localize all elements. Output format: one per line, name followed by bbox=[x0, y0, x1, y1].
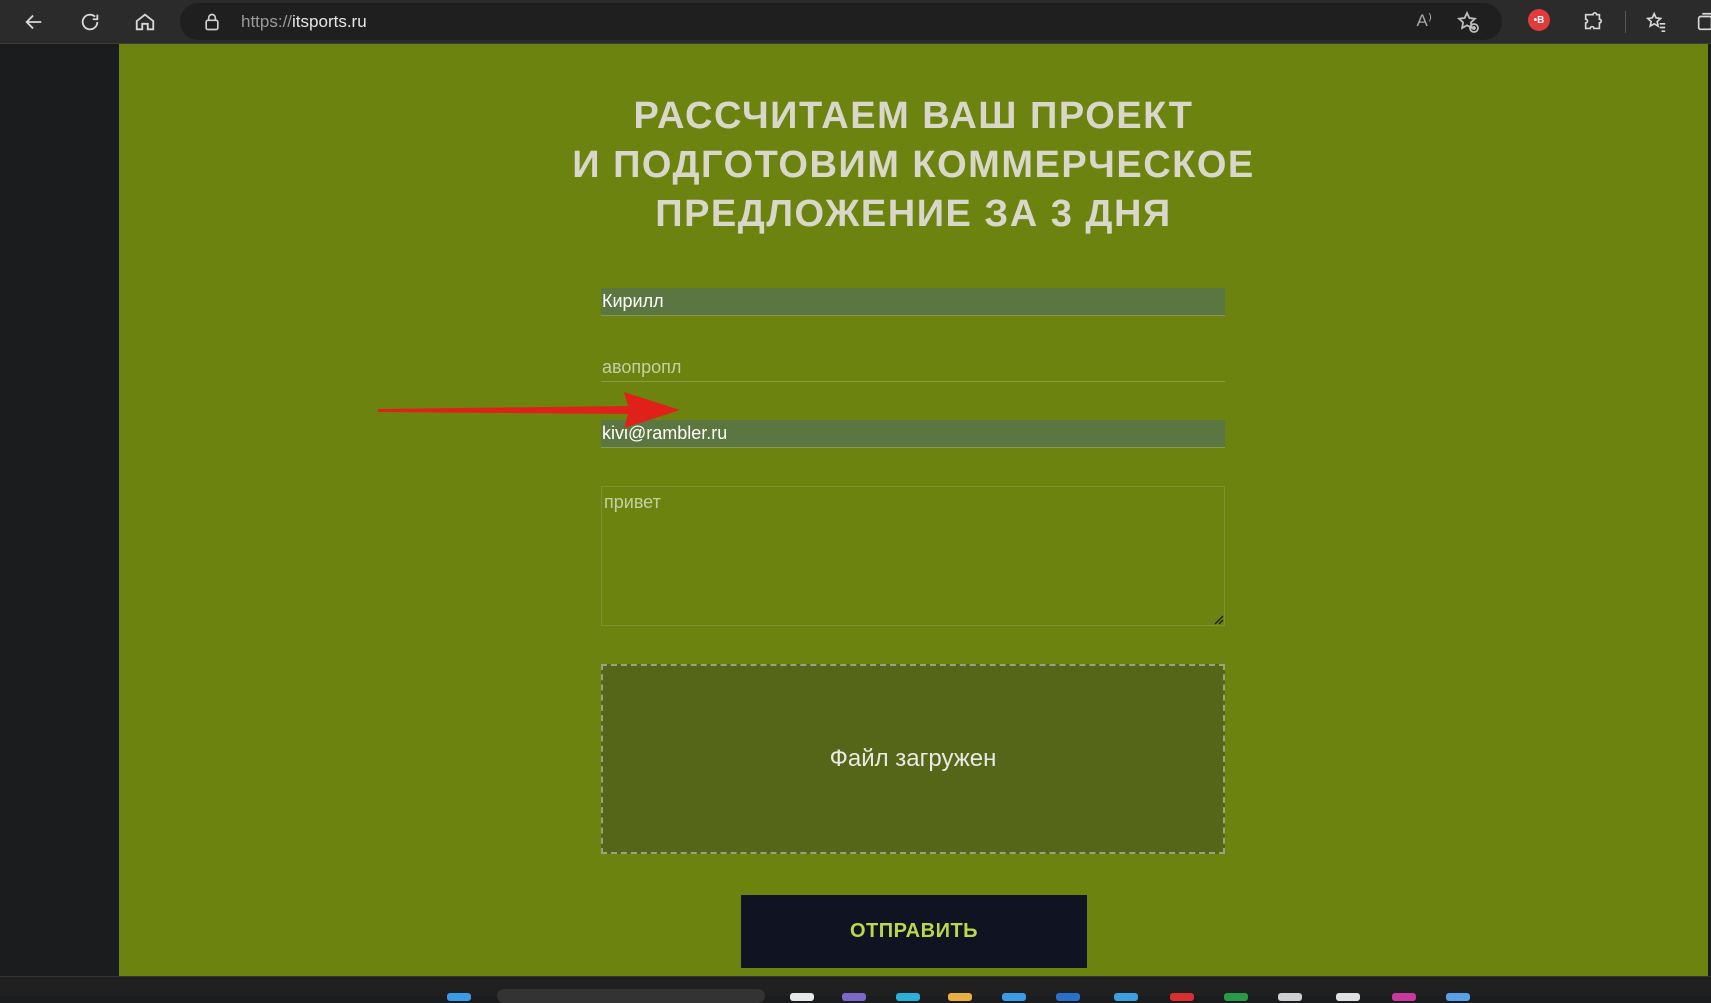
taskbar-app-icon[interactable] bbox=[1170, 993, 1194, 1001]
message-field[interactable]: привет bbox=[601, 486, 1225, 626]
collections-icon bbox=[1697, 12, 1711, 31]
taskbar-app-icon[interactable] bbox=[1446, 993, 1470, 1001]
arrow-left-icon bbox=[25, 14, 42, 30]
read-aloud-icon[interactable]: A⁾ bbox=[1416, 11, 1432, 31]
toolbar-divider bbox=[1625, 11, 1626, 33]
favorites-button[interactable] bbox=[1640, 6, 1672, 38]
email-field[interactable] bbox=[601, 420, 1225, 448]
puzzle-icon bbox=[1584, 12, 1603, 30]
home-icon bbox=[135, 13, 155, 31]
favorites-icon bbox=[1645, 11, 1666, 32]
name-field[interactable] bbox=[601, 288, 1225, 316]
home-button[interactable] bbox=[129, 6, 161, 38]
taskbar-app-icon[interactable] bbox=[948, 993, 972, 1001]
taskbar-app-icon[interactable] bbox=[1336, 993, 1360, 1001]
collections-button[interactable] bbox=[1690, 6, 1711, 38]
page-content: РАССЧИТАЕМ ВАШ ПРОЕКТ И ПОДГОТОВИМ КОММЕ… bbox=[119, 44, 1708, 976]
taskbar-app-icon[interactable] bbox=[790, 993, 814, 1001]
annotation-arrow-icon bbox=[378, 392, 680, 428]
file-status: Файл загружен bbox=[829, 745, 997, 772]
file-upload-dropzone[interactable]: Файл загружен bbox=[601, 664, 1225, 854]
extension-icon[interactable]: •B bbox=[1528, 9, 1550, 31]
taskbar-app-icon[interactable] bbox=[842, 993, 866, 1001]
url-text[interactable]: https://itsports.ru bbox=[241, 12, 367, 32]
taskbar-app-icon[interactable] bbox=[1056, 993, 1080, 1001]
start-icon[interactable] bbox=[447, 993, 471, 1001]
taskbar-search[interactable] bbox=[497, 989, 765, 1003]
page-title: РАССЧИТАЕМ ВАШ ПРОЕКТ И ПОДГОТОВИМ КОММЕ… bbox=[572, 95, 1255, 235]
browser-toolbar: https://itsports.ru A⁾ •B bbox=[0, 0, 1711, 44]
add-favorite-icon[interactable] bbox=[1456, 10, 1480, 34]
lock-icon bbox=[205, 13, 219, 31]
page-left-margin bbox=[0, 44, 119, 976]
submit-button[interactable]: ОТПРАВИТЬ bbox=[741, 895, 1087, 968]
taskbar-app-icon[interactable] bbox=[1002, 993, 1026, 1001]
reload-button[interactable] bbox=[74, 6, 106, 38]
taskbar-app-icon[interactable] bbox=[1392, 993, 1416, 1001]
reload-icon bbox=[81, 13, 99, 31]
os-taskbar bbox=[0, 976, 1711, 1003]
extensions-button[interactable] bbox=[1577, 6, 1609, 38]
taskbar-app-icon[interactable] bbox=[1278, 993, 1302, 1001]
taskbar-app-icon[interactable] bbox=[896, 993, 920, 1001]
phone-field[interactable] bbox=[601, 354, 1225, 382]
taskbar-app-icon[interactable] bbox=[1224, 993, 1248, 1001]
resize-grip-icon[interactable] bbox=[1213, 614, 1224, 625]
back-button[interactable] bbox=[18, 6, 50, 38]
address-bar[interactable]: https://itsports.ru A⁾ bbox=[180, 3, 1502, 40]
taskbar-app-icon[interactable] bbox=[1114, 993, 1138, 1001]
